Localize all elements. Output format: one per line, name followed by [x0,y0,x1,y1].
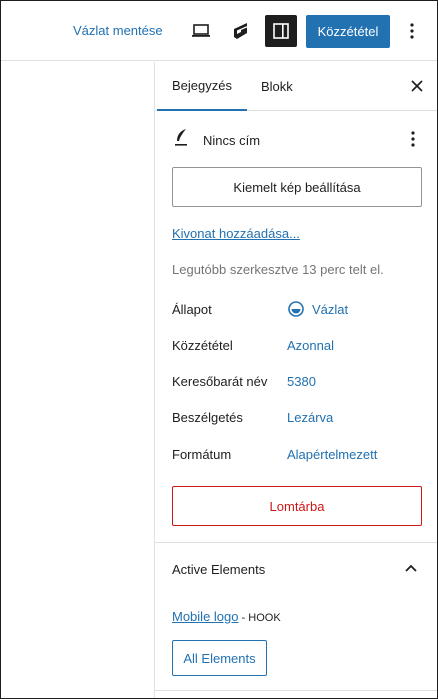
sidebar-tabs: Bejegyzés Blokk [155,62,437,111]
draft-status-icon [287,300,305,321]
add-excerpt-link[interactable]: Kivonat hozzáadása... [172,226,300,241]
generatepress-icon[interactable] [225,15,257,47]
tab-block[interactable]: Blokk [246,62,308,110]
editor-toolbar: Vázlat mentése Közzététel [1,1,437,61]
editor-canvas[interactable] [1,62,154,698]
last-edited-text: Legutóbb szerkesztve 13 perc telt el. [172,262,384,277]
active-elements-title[interactable]: Active Elements [172,562,265,577]
more-vertical-icon[interactable] [400,15,424,47]
settings-sidebar: Bejegyzés Blokk Nincs cím Kiemelt kép be… [155,62,437,698]
element-type-tag: - HOOK [238,612,281,624]
set-featured-image-button[interactable]: Kiemelt kép beállítása [172,167,422,207]
meta-label-slug: Keresőbarát név [172,374,268,389]
status-value-button[interactable]: Vázlat [312,302,348,317]
meta-row-publish: Közzététel Azonnal [155,338,437,358]
meta-row-status: Állapot Vázlat [155,300,437,322]
post-title: Nincs cím [203,133,261,148]
move-to-trash-button[interactable]: Lomtárba [172,486,422,526]
meta-row-slug: Keresőbarát név 5380 [155,374,437,394]
close-icon[interactable] [403,72,431,100]
meta-label-publish: Közzététel [172,338,233,353]
meta-label-status: Állapot [172,302,212,317]
desktop-preview-icon[interactable] [185,15,217,47]
mobile-logo-link[interactable]: Mobile logo [172,609,239,624]
sidebar-toggle-icon[interactable] [265,15,297,47]
meta-row-discussion: Beszélgetés Lezárva [155,410,437,430]
active-element-item: Mobile logo - HOOK [172,609,281,624]
meta-label-discussion: Beszélgetés [172,410,243,425]
panel-divider [155,542,437,543]
chevron-up-icon[interactable] [399,556,423,580]
publish-button[interactable]: Közzététel [306,15,390,48]
meta-label-format: Formátum [172,447,232,462]
format-value-button[interactable]: Alapértelmezett [287,447,377,462]
slug-value-button[interactable]: 5380 [287,374,316,389]
discussion-value-button[interactable]: Lezárva [287,410,333,425]
meta-row-format: Formátum Alapértelmezett [155,447,437,467]
editor-window: Vázlat mentése Közzététel Bejegyzés Blok… [0,0,438,699]
save-draft-button[interactable]: Vázlat mentése [73,23,163,38]
tab-post[interactable]: Bejegyzés [157,62,247,111]
post-summary: Nincs cím [155,124,437,154]
post-actions-more-icon[interactable] [403,126,423,152]
publish-date-button[interactable]: Azonnal [287,338,334,353]
panel-bottom-divider [155,690,437,691]
all-elements-button[interactable]: All Elements [172,640,267,676]
post-feather-icon [173,128,189,153]
